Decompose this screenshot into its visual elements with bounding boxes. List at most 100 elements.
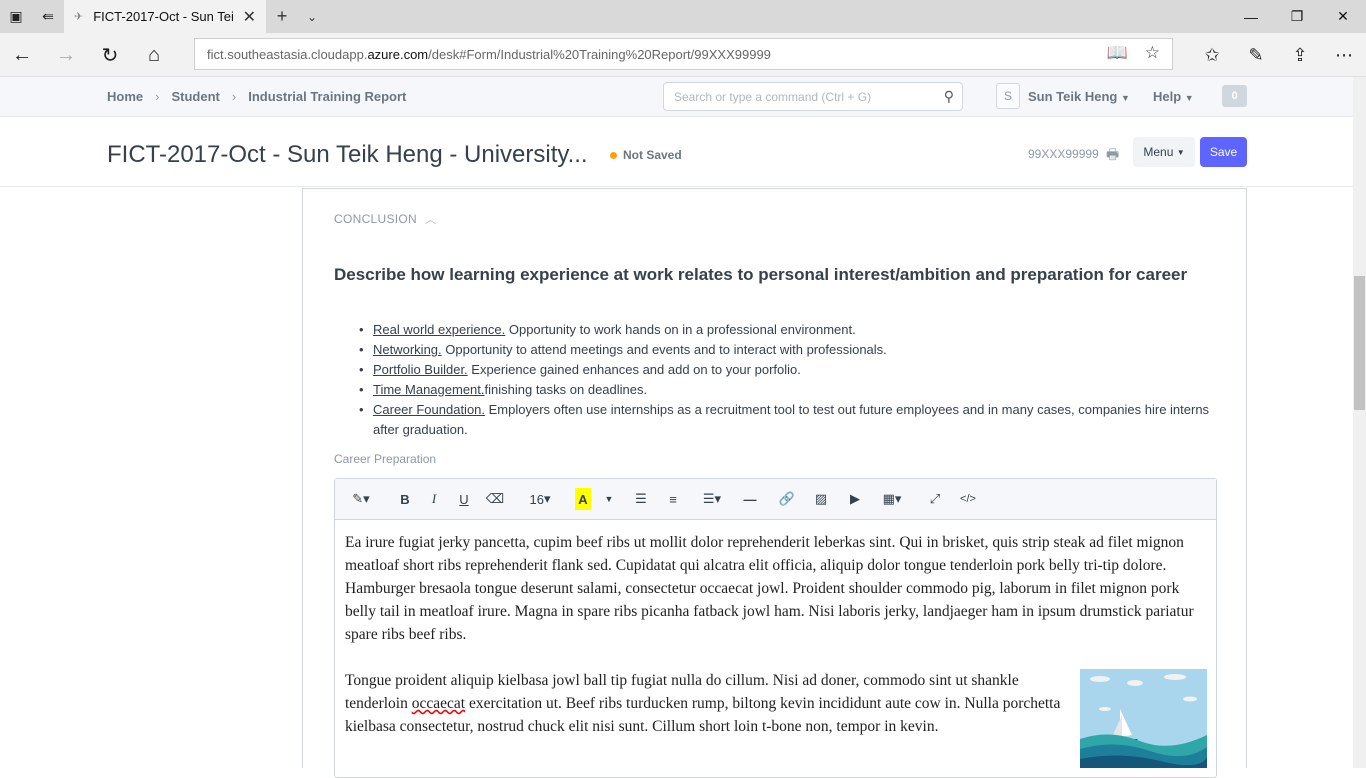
section-question: Describe how learning experience at work… [334,265,1188,284]
share-icon[interactable]: ⇪ [1278,39,1322,71]
browser-tab-active[interactable]: ✈ FICT-2017-Oct - Sun Tei ✕ [64,0,266,33]
url-path: /desk#Form/Industrial%20Training%20Repor… [428,46,771,62]
list-item: Networking. Opportunity to attend meetin… [359,340,1219,360]
section-heading-label: CONCLUSION [334,212,418,226]
table-icon[interactable]: ▦▾ [879,488,905,510]
search-placeholder: Search or type a command (Ctrl + G) [674,89,872,104]
sailboat-image[interactable] [1080,669,1207,768]
favorites-hub-icon[interactable]: ✩ [1190,39,1234,71]
browser-tab-strip: ▣ ⇚ ✈ FICT-2017-Oct - Sun Tei ✕ + ⌄ — ❐ … [0,0,1366,33]
editor-toolbar: ✎▾ B I U ⌫ 16 ▾ A ▼ ☰ ≡ ☰▾ — 🔗 ▨ ▶ ▦▾ ⤢ <… [335,479,1216,520]
bullet-text: Experience gained enhances and add on to… [467,362,801,377]
browser-right-tools: ✩ ✎ ⇪ ⋯ [1190,39,1366,71]
page-scrollbar[interactable] [1353,77,1366,768]
bold-icon[interactable]: B [395,488,415,510]
search-input[interactable]: Search or type a command (Ctrl + G) ⚲ [663,82,963,111]
bullet-list: Real world experience. Opportunity to wo… [359,320,1219,440]
underline-icon[interactable]: U [454,488,474,510]
user-menu[interactable]: Sun Teik Heng ▼ [1028,89,1130,104]
font-size-value: 16 [529,491,544,507]
chevron-right-icon: › [231,89,237,104]
more-options-icon[interactable]: ⋯ [1322,39,1366,71]
breadcrumb-home[interactable]: Home [107,89,143,104]
list-item: Real world experience. Opportunity to wo… [359,320,1219,340]
help-label: Help [1153,89,1182,104]
bullet-term: Portfolio Builder. [373,362,468,377]
color-dropdown-icon[interactable]: ▼ [603,488,615,510]
address-bar[interactable]: fict.southeastasia.cloudapp. azure.com/de… [194,38,1173,70]
section-heading[interactable]: CONCLUSION ︿ [334,211,436,227]
save-button[interactable]: Save [1200,137,1247,167]
font-size-select[interactable]: 16 ▾ [527,488,553,510]
fullscreen-icon[interactable]: ⤢ [925,488,945,510]
misspelled-word: occaecat [411,695,466,712]
url-prefix: fict.southeastasia.cloudapp. [207,46,368,62]
list-item: Time Management.finishing tasks on deadl… [359,380,1219,400]
breadcrumb-industrial-training-report[interactable]: Industrial Training Report [248,89,406,104]
status-dot-icon [610,151,617,159]
minimize-icon[interactable]: — [1228,0,1274,33]
horizontal-rule-icon[interactable]: — [740,488,760,510]
align-icon[interactable]: ☰▾ [699,488,725,510]
window-close-icon[interactable]: ✕ [1320,0,1366,33]
bullet-text: Opportunity to attend meetings and event… [441,342,887,357]
tab-preview-icon[interactable]: ▣ [0,0,32,33]
chevron-right-icon: › [155,89,160,104]
app-header: Home › Student › Industrial Training Rep… [0,77,1366,117]
search-icon[interactable]: ⚲ [944,88,954,105]
list-item: Career Foundation. Employers often use i… [359,400,1219,440]
menu-button[interactable]: Menu ▼ [1133,137,1195,167]
url-domain: azure.com [367,46,429,62]
avatar[interactable]: S [996,83,1020,109]
link-icon[interactable]: 🔗 [777,488,797,510]
browser-navbar: ← → ↻ ⌂ fict.southeastasia.cloudapp. azur… [0,33,1366,77]
editor-paragraph: Ea irure fugiat jerky pancetta, cupim be… [345,534,1194,643]
scrollbar-thumb[interactable] [1354,276,1365,410]
set-aside-tabs-icon[interactable]: ⇚ [32,0,64,33]
bullet-term: Time Management. [373,382,485,397]
form-section-card: CONCLUSION ︿ Describe how learning exper… [302,188,1247,778]
caret-down-icon: ▼ [1184,93,1194,103]
favorite-star-icon[interactable]: ☆ [1145,43,1160,63]
bullet-text: Opportunity to work hands on in a profes… [505,322,856,337]
caret-down-icon: ▼ [1176,147,1185,157]
page-head: FICT-2017-Oct - Sun Teik Heng - Universi… [0,117,1366,187]
ordered-list-icon[interactable]: ≡ [663,488,683,510]
print-icon[interactable]: 🖶 [1106,144,1119,168]
chevron-up-icon[interactable]: ︿ [425,211,436,227]
style-magic-icon[interactable]: ✎▾ [347,488,375,510]
tab-list-chevron-icon[interactable]: ⌄ [300,0,324,33]
bullet-text: finishing tasks on deadlines. [484,382,648,397]
bullet-term: Career Foundation. [373,402,486,417]
bullet-term: Networking. [373,342,442,357]
eraser-icon[interactable]: ⌫ [485,488,505,510]
bullet-text: Employers often use internships as a rec… [373,402,1210,437]
caret-down-icon: ▼ [1120,93,1130,103]
italic-icon[interactable]: I [425,488,443,510]
video-icon[interactable]: ▶ [845,488,865,510]
restore-icon[interactable]: ❐ [1274,0,1320,33]
refresh-icon[interactable]: ↻ [94,39,126,71]
reading-view-icon[interactable]: 📖 [1107,43,1128,63]
forward-arrow-icon[interactable]: → [50,39,82,71]
notifications-badge[interactable]: 0 [1222,85,1247,107]
status-label: Not Saved [623,148,682,162]
text-color-icon[interactable]: A [575,488,591,510]
tab-close-icon[interactable]: ✕ [243,7,256,27]
status-indicator: Not Saved [610,148,682,162]
bullet-term: Real world experience. [373,322,506,337]
code-view-icon[interactable]: </> [957,488,979,510]
web-note-pen-icon[interactable]: ✎ [1234,39,1278,71]
unordered-list-icon[interactable]: ☰ [631,488,651,510]
tab-title: FICT-2017-Oct - Sun Tei [93,9,234,24]
back-arrow-icon[interactable]: ← [6,39,38,71]
image-icon[interactable]: ▨ [811,488,831,510]
editor-paragraph: Tongue proident aliquip kielbasa jowl ba… [345,669,1207,768]
home-icon[interactable]: ⌂ [138,39,170,71]
rich-text-editor: ✎▾ B I U ⌫ 16 ▾ A ▼ ☰ ≡ ☰▾ — 🔗 ▨ ▶ ▦▾ ⤢ <… [334,478,1217,778]
breadcrumb-student[interactable]: Student [171,89,219,104]
new-tab-icon[interactable]: + [270,0,294,33]
help-menu[interactable]: Help ▼ [1153,89,1194,104]
user-name-label: Sun Teik Heng [1028,89,1118,104]
editor-content[interactable]: Ea irure fugiat jerky pancetta, cupim be… [345,531,1207,772]
